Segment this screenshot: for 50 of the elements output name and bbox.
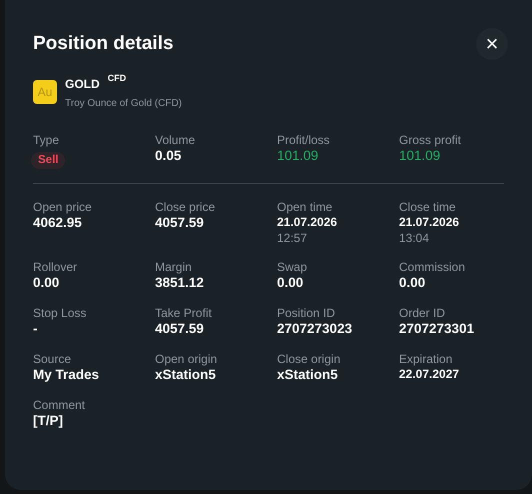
field-label: Expiration [399, 352, 454, 366]
field-label: Rollover [33, 260, 78, 274]
field-value: 2707273023 [277, 320, 354, 338]
field-time: 13:04 [399, 230, 430, 246]
field-label: Order ID [399, 306, 446, 320]
field-value: 0.00 [399, 274, 426, 292]
field-label: Volume [155, 133, 196, 147]
field-value: xStation5 [277, 366, 339, 384]
instrument-logo: Au [33, 80, 57, 104]
field-value: 2707273301 [399, 320, 476, 338]
field-label: Take Profit [155, 306, 213, 320]
type-tag: Sell [31, 152, 66, 169]
field-value: My Trades [33, 366, 100, 384]
instrument-description: Troy Ounce of Gold (CFD) [65, 97, 182, 111]
instrument-symbol: GOLD [65, 77, 100, 91]
field-label: Close price [155, 200, 216, 214]
field-label: Open origin [155, 352, 218, 366]
field-value: - [33, 320, 38, 338]
field-value: 4062.95 [33, 214, 83, 232]
field-label: Close origin [277, 352, 342, 366]
field-value: 101.09 [277, 147, 320, 165]
field-value: 101.09 [399, 147, 442, 165]
field-label: Comment [33, 398, 86, 412]
field-value: 22.07.2027 [399, 366, 460, 382]
close-button[interactable]: × [476, 28, 508, 60]
dialog-title: Position details [33, 32, 174, 56]
field-label: Open time [277, 200, 334, 214]
field-label: Stop Loss [33, 306, 88, 320]
field-value: 3851.12 [155, 274, 205, 292]
field-value: 21.07.2026 [277, 214, 338, 230]
field-label: Source [33, 352, 72, 366]
field-value: 21.07.2026 [399, 214, 460, 230]
field-label: Open price [33, 200, 93, 214]
field-value: xStation5 [155, 366, 217, 384]
field-value: 0.00 [277, 274, 304, 292]
instrument-tag: CFD [108, 73, 126, 83]
field-label: Commission [399, 260, 466, 274]
field-label: Profit/loss [277, 133, 331, 147]
field-label: Type [33, 133, 60, 147]
field-label: Close time [399, 200, 457, 214]
field-value: 4057.59 [155, 214, 205, 232]
field-label: Swap [277, 260, 308, 274]
field-time: 12:57 [277, 230, 308, 246]
field-value: 4057.59 [155, 320, 205, 338]
field-label: Margin [155, 260, 193, 274]
field-value: 0.05 [155, 147, 182, 165]
field-value: [T/P] [33, 412, 64, 430]
field-value: 0.00 [33, 274, 60, 292]
field-label: Position ID [277, 306, 336, 320]
field-label: Gross profit [399, 133, 462, 147]
